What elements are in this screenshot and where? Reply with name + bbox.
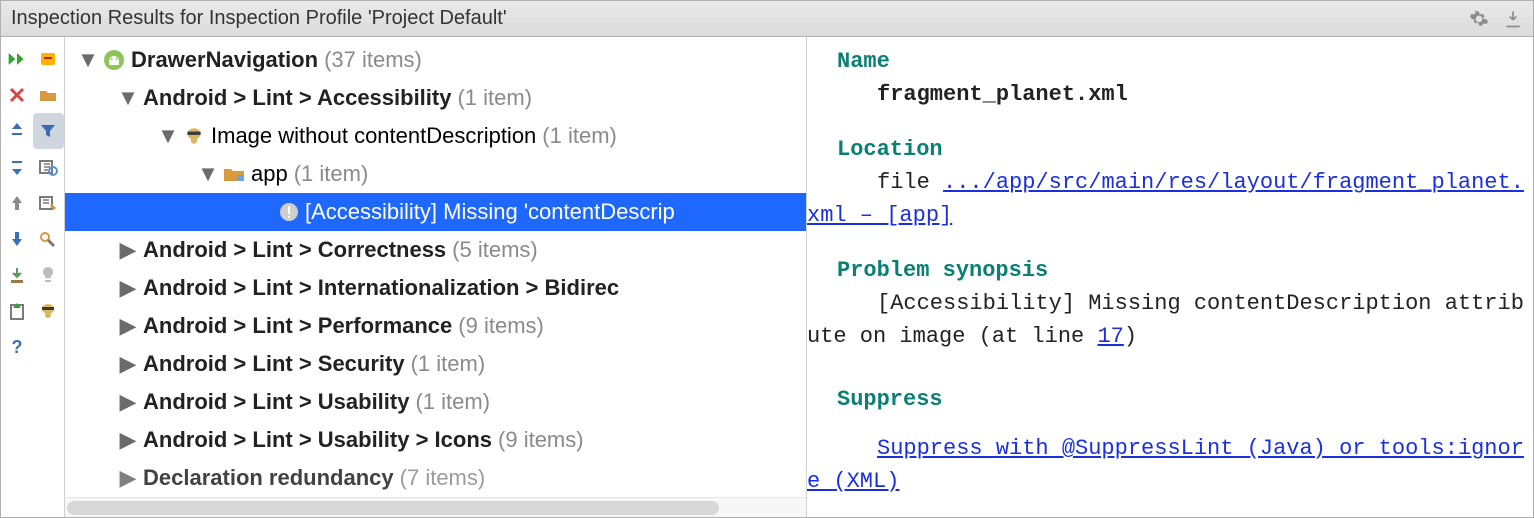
- chevron-down-icon[interactable]: ▼: [159, 123, 177, 149]
- tree-category[interactable]: ▶ Declaration redundancy (7 items): [65, 459, 806, 497]
- tree-category[interactable]: ▶ Android > Lint > Usability (1 item): [65, 383, 806, 421]
- tree-label: Android > Lint > Usability: [143, 389, 409, 415]
- panel-header: Inspection Results for Inspection Profil…: [1, 1, 1533, 37]
- chevron-right-icon[interactable]: ▶: [119, 275, 137, 301]
- location-label: Location: [807, 133, 1525, 166]
- tree-category[interactable]: ▶ Android > Lint > Performance (9 items): [65, 307, 806, 345]
- apply-fix-icon[interactable]: [1, 293, 33, 329]
- results-tree-wrap: ▼ DrawerNavigation (37 items) ▼ Android …: [65, 37, 807, 517]
- tree-category[interactable]: ▶ Android > Lint > Usability > Icons (9 …: [65, 421, 806, 459]
- tree-module[interactable]: ▼ app (1 item): [65, 155, 806, 193]
- quick-fix-icon[interactable]: [33, 221, 65, 257]
- tree-root[interactable]: ▼ DrawerNavigation (37 items): [65, 41, 806, 79]
- synopsis-label: Problem synopsis: [807, 254, 1525, 287]
- name-label: Name: [807, 45, 1525, 78]
- expand-all-icon[interactable]: [1, 113, 33, 149]
- tree-category[interactable]: ▶ Android > Lint > Security (1 item): [65, 345, 806, 383]
- tree-count: (1 item): [457, 85, 532, 111]
- rerun-icon[interactable]: [1, 41, 33, 77]
- tree-label: Declaration redundancy: [143, 465, 394, 491]
- tree-label: Android > Lint > Performance: [143, 313, 452, 339]
- tree-label: Android > Lint > Usability > Icons: [143, 427, 492, 453]
- suppress-label: Suppress: [807, 383, 1525, 416]
- tree-count: (1 item): [411, 351, 486, 377]
- filter-icon[interactable]: [33, 113, 65, 149]
- tree-count: (5 items): [452, 237, 538, 263]
- tree-count: (1 item): [542, 123, 617, 149]
- tree-label: Android > Lint > Accessibility: [143, 85, 451, 111]
- tree-label: Android > Lint > Internationalization > …: [143, 275, 619, 301]
- tree-count: (37 items): [324, 47, 422, 73]
- next-icon[interactable]: [1, 221, 33, 257]
- tree-label: Android > Lint > Correctness: [143, 237, 446, 263]
- tree-count: (7 items): [400, 465, 486, 491]
- tree-count: (9 items): [498, 427, 584, 453]
- android-project-icon: [103, 49, 125, 71]
- close-icon[interactable]: [1, 77, 33, 113]
- horizontal-scrollbar[interactable]: [65, 497, 806, 517]
- tree-count: (9 items): [458, 313, 544, 339]
- collapse-all-icon[interactable]: [1, 149, 33, 185]
- tree-label: Android > Lint > Security: [143, 351, 405, 377]
- group-by-directory-icon[interactable]: [33, 77, 65, 113]
- chevron-down-icon[interactable]: ▼: [199, 161, 217, 187]
- chevron-right-icon[interactable]: ▶: [119, 313, 137, 339]
- chevron-right-icon[interactable]: ▶: [119, 389, 137, 415]
- panel-title: Inspection Results for Inspection Profil…: [11, 7, 507, 30]
- chevron-right-icon[interactable]: ▶: [119, 237, 137, 263]
- previous-icon[interactable]: [1, 185, 33, 221]
- tree-category[interactable]: ▶ Android > Lint > Internationalization …: [65, 269, 806, 307]
- tree-category[interactable]: ▼ Android > Lint > Accessibility (1 item…: [65, 79, 806, 117]
- name-value: fragment_planet.xml: [807, 78, 1525, 111]
- tree-label: app: [251, 161, 288, 187]
- tree-count: (1 item): [294, 161, 369, 187]
- inspector-icon: [183, 125, 205, 147]
- chevron-down-icon[interactable]: ▼: [119, 85, 137, 111]
- group-by-severity-icon[interactable]: [33, 41, 65, 77]
- tree-issue-selected[interactable]: [Accessibility] Missing 'contentDescrip: [65, 193, 806, 231]
- intention-bulb-icon[interactable]: [33, 257, 65, 293]
- synopsis-line-link[interactable]: 17: [1097, 324, 1123, 349]
- chevron-right-icon[interactable]: ▶: [119, 465, 137, 491]
- tree-label: [Accessibility] Missing 'contentDescrip: [305, 199, 675, 225]
- chevron-right-icon[interactable]: ▶: [119, 351, 137, 377]
- warning-icon: [279, 202, 299, 222]
- results-tree[interactable]: ▼ DrawerNavigation (37 items) ▼ Android …: [65, 37, 806, 497]
- chevron-right-icon[interactable]: ▶: [119, 427, 137, 453]
- chevron-down-icon[interactable]: ▼: [79, 47, 97, 73]
- export-results-icon[interactable]: [1, 257, 33, 293]
- help-icon[interactable]: ?: [1, 329, 33, 365]
- tree-label: Image without contentDescription: [211, 123, 536, 149]
- gear-icon[interactable]: [1469, 9, 1489, 29]
- edit-settings-icon[interactable]: [33, 185, 65, 221]
- inspection-panel: Inspection Results for Inspection Profil…: [0, 0, 1534, 518]
- synopsis-text: [Accessibility] Missing contentDescripti…: [807, 287, 1525, 353]
- module-folder-icon: [223, 165, 245, 183]
- inspector-icon[interactable]: [33, 293, 65, 329]
- autoscroll-to-source-icon[interactable]: [33, 149, 65, 185]
- tree-category[interactable]: ▶ Android > Lint > Correctness (5 items): [65, 231, 806, 269]
- left-toolbar: ?: [1, 37, 65, 517]
- suppress-link[interactable]: Suppress with @SuppressLint (Java) or to…: [807, 436, 1524, 494]
- detail-pane: Name fragment_planet.xml Location file .…: [807, 37, 1533, 517]
- tree-label: DrawerNavigation: [131, 47, 318, 73]
- export-icon[interactable]: [1503, 9, 1523, 29]
- tree-inspection[interactable]: ▼ Image without contentDescription (1 it…: [65, 117, 806, 155]
- tree-count: (1 item): [415, 389, 490, 415]
- svg-text:?: ?: [11, 337, 22, 357]
- location-value: file .../app/src/main/res/layout/fragmen…: [807, 166, 1525, 232]
- location-prefix: file: [877, 170, 943, 195]
